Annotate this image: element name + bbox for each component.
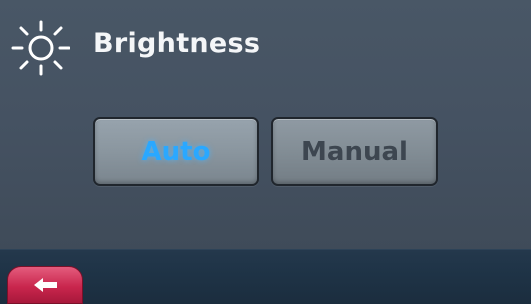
- auto-button-label: Auto: [141, 136, 211, 167]
- brightness-screen: Brightness Auto Manual: [0, 0, 531, 304]
- manual-button[interactable]: Manual: [271, 117, 438, 186]
- manual-button-label: Manual: [301, 136, 408, 167]
- sun-icon: [11, 20, 70, 76]
- page-title: Brightness: [93, 28, 261, 59]
- back-arrow-icon: [34, 278, 57, 292]
- back-button[interactable]: [7, 266, 83, 304]
- auto-button[interactable]: Auto: [93, 117, 259, 186]
- header: Brightness: [0, 0, 531, 95]
